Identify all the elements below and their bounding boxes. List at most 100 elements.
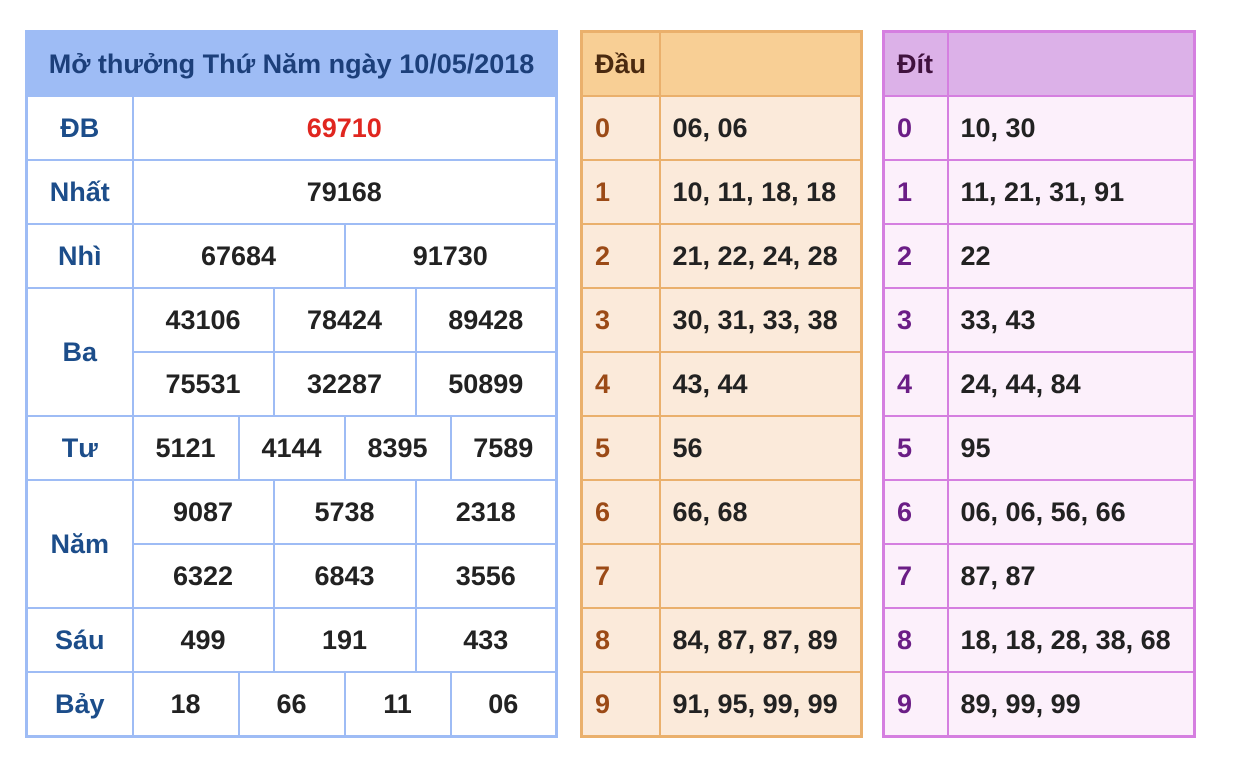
dau-row: 6 66, 68 xyxy=(580,479,863,545)
prize-row-bay: Bảy 18 66 11 06 xyxy=(25,671,558,738)
dau-row-digit: 4 xyxy=(580,351,661,417)
dau-row-digit: 3 xyxy=(580,287,661,353)
dit-row-values: 06, 06, 56, 66 xyxy=(946,479,1196,545)
dit-row-values: 87, 87 xyxy=(946,543,1196,609)
dit-row-values: 95 xyxy=(946,415,1196,481)
prize-value: 32287 xyxy=(272,351,417,417)
prize-row-nhi: Nhì 67684 91730 xyxy=(25,223,558,289)
prize-value: 91730 xyxy=(343,223,558,289)
prize-value: 191 xyxy=(272,607,417,673)
dau-row-digit: 9 xyxy=(580,671,661,738)
dit-row-digit: 5 xyxy=(882,415,949,481)
prize-value: 3556 xyxy=(414,543,558,609)
dit-row-digit: 1 xyxy=(882,159,949,225)
dau-row-digit: 0 xyxy=(580,95,661,161)
dau-row: 9 91, 95, 99, 99 xyxy=(580,671,863,738)
prize-label: Nhất xyxy=(25,159,134,225)
dau-row-values: 30, 31, 33, 38 xyxy=(658,287,863,353)
dau-row-digit: 1 xyxy=(580,159,661,225)
dit-row-values: 10, 30 xyxy=(946,95,1196,161)
dit-row-values: 89, 99, 99 xyxy=(946,671,1196,738)
dau-header: Đầu xyxy=(580,30,661,97)
prize-value: 11 xyxy=(343,671,452,738)
dit-header: Đít xyxy=(882,30,949,97)
results-table: Mở thưởng Thứ Năm ngày 10/05/2018 ĐB 697… xyxy=(25,30,559,738)
prize-label: Sáu xyxy=(25,607,134,673)
dit-header-blank xyxy=(946,30,1196,97)
dau-row: 1 10, 11, 18, 18 xyxy=(580,159,863,225)
dit-row-digit: 9 xyxy=(882,671,949,738)
dau-row: 0 06, 06 xyxy=(580,95,863,161)
prize-row-ba: Ba 43106 78424 89428 xyxy=(25,287,558,417)
prize-label: ĐB xyxy=(25,95,134,161)
dau-row-values: 43, 44 xyxy=(658,351,863,417)
dau-row-values: 10, 11, 18, 18 xyxy=(658,159,863,225)
dit-row-digit: 4 xyxy=(882,351,949,417)
dit-row: 3 33, 43 xyxy=(882,287,1196,353)
dau-row: 8 84, 87, 87, 89 xyxy=(580,607,863,673)
dit-row: 7 87, 87 xyxy=(882,543,1196,609)
results-title: Mở thưởng Thứ Năm ngày 10/05/2018 xyxy=(25,30,558,97)
prize-row-nam: Năm 9087 5738 2318 xyxy=(25,479,558,609)
dit-row-digit: 7 xyxy=(882,543,949,609)
prize-row-tu: Tư 5121 4144 8395 7589 xyxy=(25,415,558,481)
dit-row: 8 18, 18, 28, 38, 68 xyxy=(882,607,1196,673)
dit-row-digit: 6 xyxy=(882,479,949,545)
prize-value: 4144 xyxy=(237,415,346,481)
prize-label: Năm xyxy=(25,479,134,609)
dau-row-values: 06, 06 xyxy=(658,95,863,161)
prize-value: 50899 xyxy=(414,351,558,417)
prize-value: 75531 xyxy=(131,351,275,417)
prize-value: 9087 xyxy=(131,479,275,545)
prize-value: 18 xyxy=(131,671,240,738)
prize-row-db: ĐB 69710 xyxy=(25,95,558,161)
prize-label: Tư xyxy=(25,415,134,481)
dau-row-digit: 7 xyxy=(580,543,661,609)
dau-row: 5 56 xyxy=(580,415,863,481)
dit-row: 9 89, 99, 99 xyxy=(882,671,1196,738)
dit-row: 0 10, 30 xyxy=(882,95,1196,161)
dau-row: 2 21, 22, 24, 28 xyxy=(580,223,863,289)
prize-value: 67684 xyxy=(131,223,346,289)
prize-value: 8395 xyxy=(343,415,452,481)
dit-row-values: 24, 44, 84 xyxy=(946,351,1196,417)
dau-table: Đầu 0 06, 06 1 10, 11, 18, 18 2 21, 22, 24, 2… xyxy=(580,30,863,738)
special-prize-value: 69710 xyxy=(131,95,558,161)
dit-row-digit: 3 xyxy=(882,287,949,353)
dit-rows: 0 10, 30 1 11, 21, 31, 91 2 22 3 33, 43 4 24, 44,… xyxy=(882,95,1196,738)
prize-value: 7589 xyxy=(449,415,558,481)
dau-row-values: 66, 68 xyxy=(658,479,863,545)
dit-row: 6 06, 06, 56, 66 xyxy=(882,479,1196,545)
prize-label: Bảy xyxy=(25,671,134,738)
dit-row-digit: 0 xyxy=(882,95,949,161)
dau-row-digit: 8 xyxy=(580,607,661,673)
dit-row: 5 95 xyxy=(882,415,1196,481)
dit-row-values: 11, 21, 31, 91 xyxy=(946,159,1196,225)
dau-row-digit: 5 xyxy=(580,415,661,481)
prize-value: 89428 xyxy=(414,287,558,353)
dit-row-values: 33, 43 xyxy=(946,287,1196,353)
dau-row: 4 43, 44 xyxy=(580,351,863,417)
dau-row-values: 84, 87, 87, 89 xyxy=(658,607,863,673)
prize-label: Ba xyxy=(25,287,134,417)
dau-row: 3 30, 31, 33, 38 xyxy=(580,287,863,353)
prize-row-nhat: Nhất 79168 xyxy=(25,159,558,225)
prize-value: 5121 xyxy=(131,415,240,481)
dit-table: Đít 0 10, 30 1 11, 21, 31, 91 2 22 3 33, 43 4 24,… xyxy=(882,30,1196,738)
dau-rows: 0 06, 06 1 10, 11, 18, 18 2 21, 22, 24, 28 3 30… xyxy=(580,95,863,738)
dau-row-digit: 6 xyxy=(580,479,661,545)
dit-row-values: 22 xyxy=(946,223,1196,289)
prize-value: 2318 xyxy=(414,479,558,545)
prize-value: 43106 xyxy=(131,287,275,353)
dit-row: 1 11, 21, 31, 91 xyxy=(882,159,1196,225)
dit-row-digit: 2 xyxy=(882,223,949,289)
prize-value: 499 xyxy=(131,607,275,673)
prize-value: 79168 xyxy=(131,159,558,225)
prize-row-sau: Sáu 499 191 433 xyxy=(25,607,558,673)
dau-row: 7 xyxy=(580,543,863,609)
dau-row-values: 91, 95, 99, 99 xyxy=(658,671,863,738)
prize-value: 66 xyxy=(237,671,346,738)
dau-row-digit: 2 xyxy=(580,223,661,289)
prize-label: Nhì xyxy=(25,223,134,289)
prize-value: 6843 xyxy=(272,543,417,609)
